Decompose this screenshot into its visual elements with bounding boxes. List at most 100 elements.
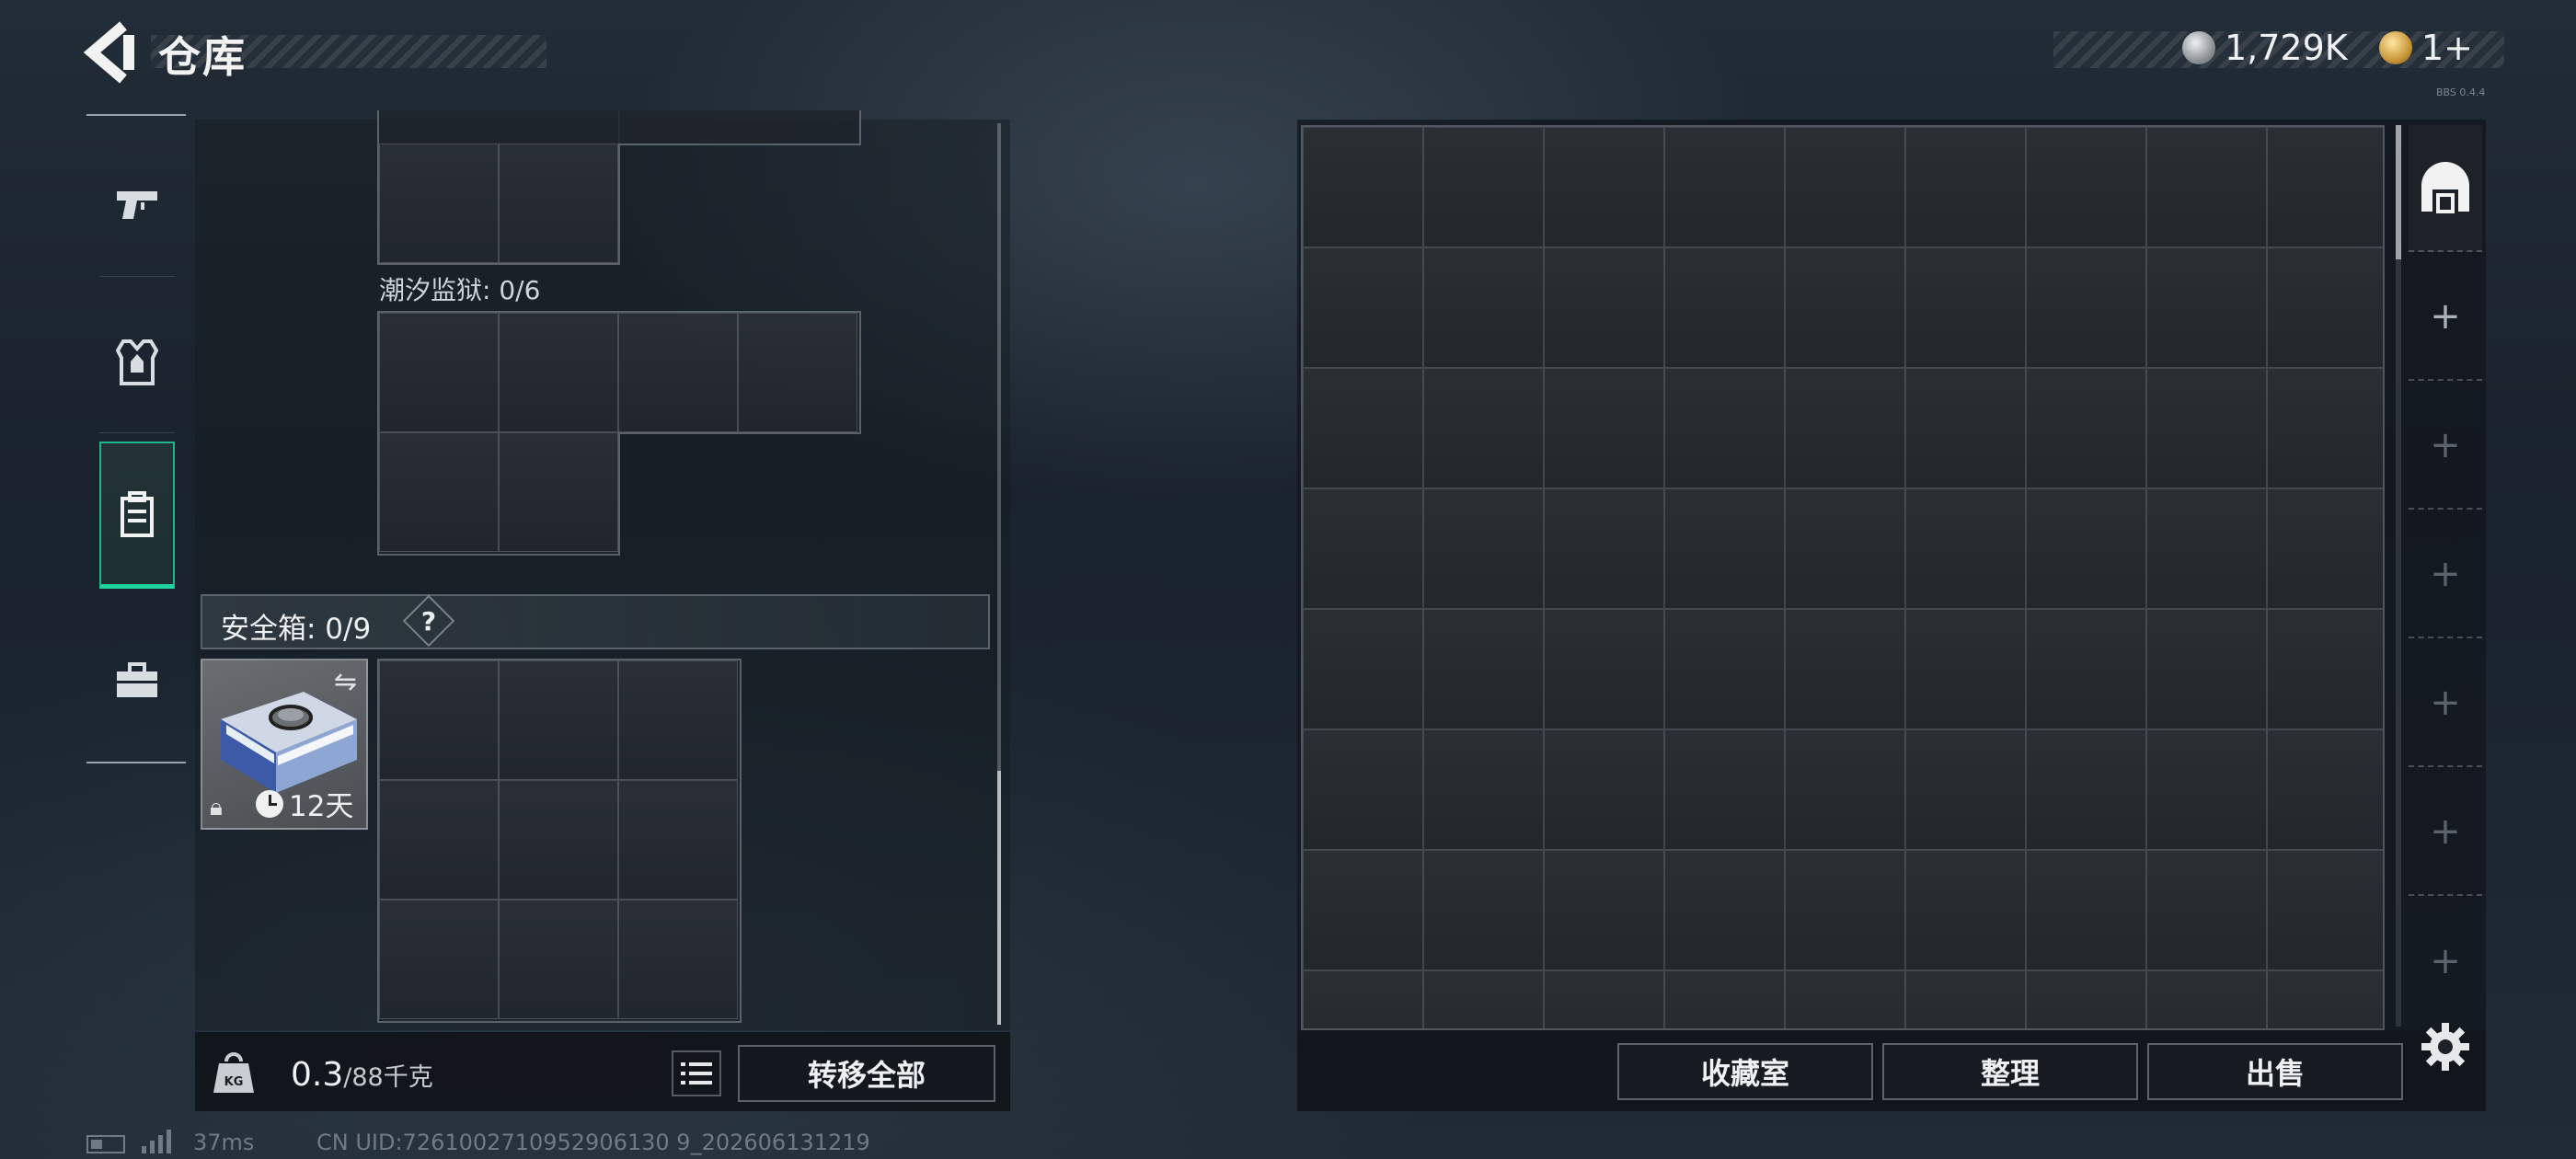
settings-button[interactable] xyxy=(2420,1021,2475,1076)
stash-cell[interactable] xyxy=(1664,729,1785,850)
stash-tab-warehouse[interactable] xyxy=(2409,125,2482,252)
stash-cell[interactable] xyxy=(1544,970,1664,1028)
stash-cell[interactable] xyxy=(1544,488,1664,609)
collection-room-button[interactable]: 收藏室 xyxy=(1617,1043,1873,1100)
swap-icon[interactable]: ⇋ xyxy=(334,666,357,698)
grid-cell[interactable] xyxy=(379,432,499,552)
stash-cell[interactable] xyxy=(1785,850,1905,970)
stash-cell[interactable] xyxy=(1544,609,1664,729)
grid-cell[interactable] xyxy=(618,900,738,1019)
stash-cell[interactable] xyxy=(1544,850,1664,970)
sell-button[interactable]: 出售 xyxy=(2147,1043,2403,1100)
stash-tab-add[interactable]: + xyxy=(2409,769,2482,896)
stash-cell[interactable] xyxy=(1544,368,1664,488)
stash-cell[interactable] xyxy=(2146,609,2267,729)
stash-cell[interactable] xyxy=(1905,850,2026,970)
stash-cell[interactable] xyxy=(1785,488,1905,609)
grid-cell[interactable] xyxy=(379,900,499,1019)
stash-cell[interactable] xyxy=(2026,127,2146,247)
stash-cell[interactable] xyxy=(1303,609,1423,729)
sort-button[interactable]: 整理 xyxy=(1882,1043,2138,1100)
stash-cell[interactable] xyxy=(1785,368,1905,488)
sidebar-item-backpack[interactable] xyxy=(99,442,175,589)
stash-cell[interactable] xyxy=(2026,970,2146,1028)
loadout-scrollbar-thumb[interactable] xyxy=(997,771,1001,1025)
grid-cell[interactable] xyxy=(499,780,618,900)
stash-cell[interactable] xyxy=(2267,609,2383,729)
stash-cell[interactable] xyxy=(2146,127,2267,247)
grid-cell[interactable] xyxy=(499,313,618,432)
stash-cell[interactable] xyxy=(1423,970,1544,1028)
stash-cell[interactable] xyxy=(1905,488,2026,609)
stash-cell[interactable] xyxy=(1785,970,1905,1028)
stash-tab-add[interactable]: + xyxy=(2409,511,2482,638)
list-view-button[interactable] xyxy=(672,1050,721,1096)
grid-cell[interactable] xyxy=(379,143,499,263)
stash-cell[interactable] xyxy=(2267,247,2383,368)
back-button[interactable] xyxy=(83,20,138,85)
stash-cell[interactable] xyxy=(1664,609,1785,729)
grid-cell[interactable] xyxy=(499,432,618,552)
stash-cell[interactable] xyxy=(1423,488,1544,609)
stash-cell[interactable] xyxy=(2267,368,2383,488)
grid-cell[interactable] xyxy=(499,143,618,263)
transfer-all-button[interactable]: 转移全部 xyxy=(738,1045,995,1102)
stash-cell[interactable] xyxy=(1303,970,1423,1028)
stash-cell[interactable] xyxy=(2146,970,2267,1028)
stash-cell[interactable] xyxy=(1785,247,1905,368)
stash-cell[interactable] xyxy=(2026,729,2146,850)
stash-tab-add[interactable]: + xyxy=(2409,254,2482,381)
stash-cell[interactable] xyxy=(1905,368,2026,488)
grid-cell[interactable] xyxy=(499,660,618,780)
grid-cell[interactable] xyxy=(379,780,499,900)
stash-cell[interactable] xyxy=(2146,729,2267,850)
stash-cell[interactable] xyxy=(2146,488,2267,609)
currency-gold[interactable]: 1+ xyxy=(2379,28,2473,68)
safebox-item[interactable]: ⇋ 🔒︎ 12天 xyxy=(201,659,368,830)
stash-cell[interactable] xyxy=(1423,850,1544,970)
stash-cell[interactable] xyxy=(1664,970,1785,1028)
stash-cell[interactable] xyxy=(1544,729,1664,850)
stash-cell[interactable] xyxy=(1905,127,2026,247)
stash-scrollbar-thumb[interactable] xyxy=(2396,125,2401,259)
stash-cell[interactable] xyxy=(2267,970,2383,1028)
stash-cell[interactable] xyxy=(1303,729,1423,850)
stash-cell[interactable] xyxy=(2146,368,2267,488)
stash-cell[interactable] xyxy=(1423,368,1544,488)
help-button[interactable]: ? xyxy=(402,594,455,648)
stash-cell[interactable] xyxy=(2267,127,2383,247)
stash-cell[interactable] xyxy=(2146,247,2267,368)
sidebar-item-weapons[interactable] xyxy=(99,153,175,256)
grid-cell[interactable] xyxy=(499,900,618,1019)
stash-scrollbar[interactable] xyxy=(2396,125,2401,1027)
stash-cell[interactable] xyxy=(1423,127,1544,247)
stash-cell[interactable] xyxy=(1423,729,1544,850)
stash-cell[interactable] xyxy=(1664,368,1785,488)
stash-cell[interactable] xyxy=(1303,850,1423,970)
grid-cell[interactable] xyxy=(618,313,738,432)
stash-cell[interactable] xyxy=(2026,488,2146,609)
stash-cell[interactable] xyxy=(1303,488,1423,609)
stash-tab-add[interactable]: + xyxy=(2409,898,2482,1025)
stash-cell[interactable] xyxy=(2267,488,2383,609)
grid-cell[interactable] xyxy=(618,660,738,780)
stash-cell[interactable] xyxy=(1905,970,2026,1028)
stash-cell[interactable] xyxy=(2026,850,2146,970)
stash-cell[interactable] xyxy=(1664,488,1785,609)
stash-tab-add[interactable]: + xyxy=(2409,640,2482,767)
stash-cell[interactable] xyxy=(1423,247,1544,368)
stash-cell[interactable] xyxy=(2026,368,2146,488)
stash-cell[interactable] xyxy=(1905,729,2026,850)
stash-cell[interactable] xyxy=(1785,127,1905,247)
stash-cell[interactable] xyxy=(1785,729,1905,850)
stash-cell[interactable] xyxy=(2146,850,2267,970)
grid-cell[interactable] xyxy=(618,780,738,900)
stash-cell[interactable] xyxy=(2267,729,2383,850)
currency-silver[interactable]: 1,729K xyxy=(2182,28,2348,68)
stash-cell[interactable] xyxy=(2026,609,2146,729)
sidebar-item-armor[interactable] xyxy=(99,311,175,414)
grid-cell[interactable] xyxy=(379,660,499,780)
stash-cell[interactable] xyxy=(1544,127,1664,247)
stash-cell[interactable] xyxy=(1905,609,2026,729)
stash-cell[interactable] xyxy=(1664,850,1785,970)
